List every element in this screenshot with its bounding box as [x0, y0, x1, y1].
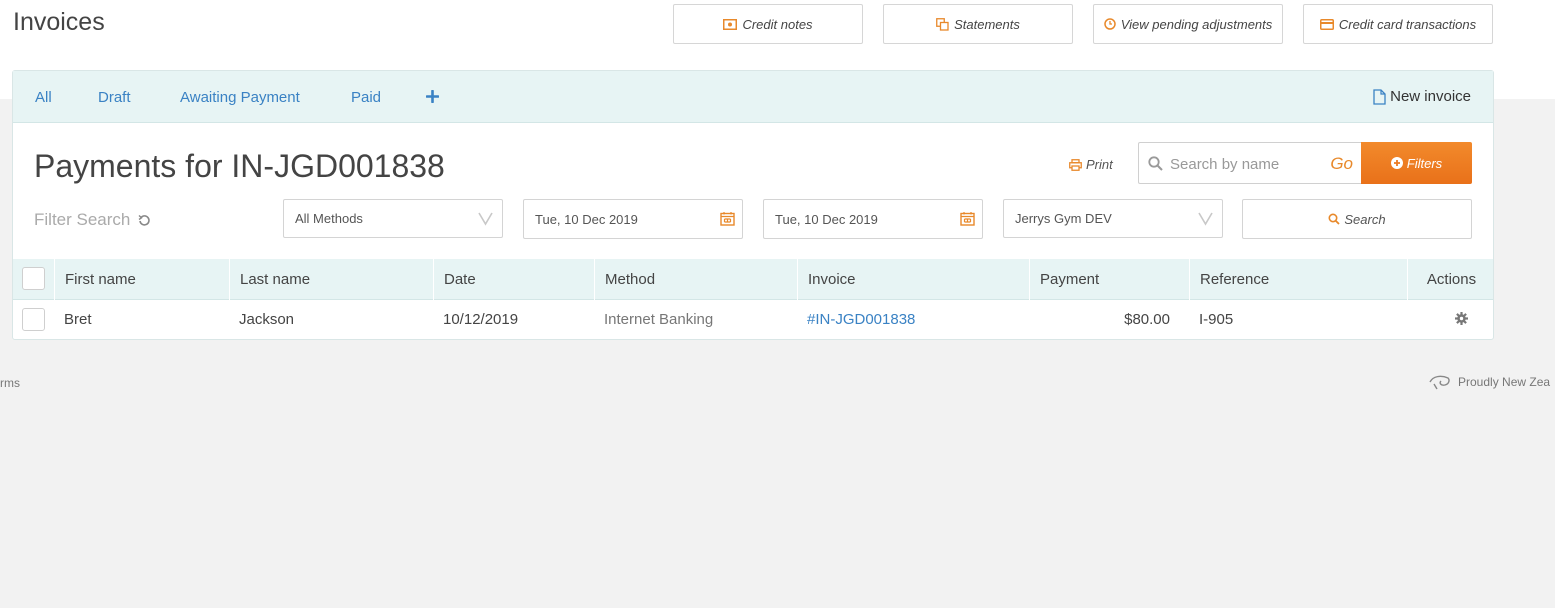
credit-notes-label: Credit notes [742, 16, 813, 32]
tab-bar: All Draft Awaiting Payment Paid New invo… [13, 71, 1493, 123]
cell-invoice-link[interactable]: #IN-JGD001838 [807, 300, 915, 339]
search-icon [1148, 156, 1163, 171]
calendar-icon [960, 212, 975, 226]
nz-logo-icon [1429, 375, 1450, 390]
location-select-value: Jerrys Gym DEV [1015, 211, 1112, 226]
table-row: Bret Jackson 10/12/2019 Internet Banking… [13, 300, 1493, 339]
search-by-name-input[interactable] [1170, 154, 1320, 174]
location-select[interactable]: Jerrys Gym DEV [1003, 199, 1223, 238]
document-icon [1373, 88, 1386, 105]
statements-label: Statements [954, 16, 1020, 32]
cell-first-name: Bret [64, 311, 92, 328]
date-from-field[interactable]: Tue, 10 Dec 2019 [523, 199, 743, 239]
print-button[interactable]: Print [1069, 157, 1113, 172]
cell-last-name: Jackson [239, 311, 295, 328]
search-icon [1328, 213, 1341, 225]
tab-awaiting-payment[interactable]: Awaiting Payment [180, 89, 300, 106]
go-button[interactable]: Go [1330, 154, 1353, 174]
column-header-method[interactable]: Method [594, 259, 797, 300]
cell-reference: I-905 [1199, 311, 1234, 328]
column-header-invoice[interactable]: Invoice [797, 259, 1029, 300]
credit-card-transactions-label: Credit card transactions [1338, 16, 1477, 32]
date-to-field[interactable]: Tue, 10 Dec 2019 [763, 199, 983, 239]
plus-circle-icon [1390, 157, 1403, 169]
print-label: Print [1086, 157, 1113, 172]
gear-icon[interactable] [1455, 312, 1468, 325]
filters-button[interactable]: Filters [1361, 142, 1472, 184]
column-header-payment[interactable]: Payment [1029, 259, 1189, 300]
calendar-icon [720, 212, 735, 226]
search-box: Go [1138, 142, 1362, 184]
credit-card-icon [1319, 18, 1334, 30]
statements-button[interactable]: Statements [883, 4, 1073, 44]
clock-icon [1103, 18, 1116, 30]
method-select[interactable]: All Methods [283, 199, 503, 238]
filters-label: Filters [1406, 155, 1443, 171]
page-title: Invoices [13, 8, 105, 36]
date-from-value: Tue, 10 Dec 2019 [535, 211, 638, 227]
add-tab-icon[interactable] [426, 90, 439, 103]
table-header: First name Last name Date Method Invoice… [13, 259, 1493, 300]
select-all-checkbox[interactable] [22, 267, 45, 290]
money-icon [723, 18, 738, 30]
column-header-reference[interactable]: Reference [1189, 259, 1407, 300]
copy-icon [936, 17, 949, 31]
new-invoice-button[interactable]: New invoice [1373, 88, 1471, 105]
view-pending-adjustments-button[interactable]: View pending adjustments [1093, 4, 1283, 44]
print-icon [1069, 158, 1082, 171]
tab-paid[interactable]: Paid [351, 89, 381, 106]
tab-all[interactable]: All [35, 89, 52, 106]
footer-proudly-nz: Proudly New Zea [1428, 374, 1550, 390]
chevron-down-icon [1198, 212, 1213, 226]
chevron-down-icon [478, 212, 493, 226]
cell-date: 10/12/2019 [443, 311, 519, 328]
filter-search[interactable]: Filter Search [34, 210, 151, 230]
search-button[interactable]: Search [1242, 199, 1472, 239]
tab-draft[interactable]: Draft [98, 89, 131, 106]
reset-icon[interactable] [138, 214, 151, 227]
payments-heading: Payments for IN-JGD001838 [34, 148, 445, 184]
column-header-first-name[interactable]: First name [54, 259, 229, 300]
search-button-label: Search [1344, 211, 1386, 227]
cell-method: Internet Banking [604, 311, 714, 328]
filter-search-label: Filter Search [34, 210, 131, 229]
new-invoice-label: New invoice [1390, 88, 1471, 105]
view-pending-adjustments-label: View pending adjustments [1120, 16, 1273, 32]
column-header-date[interactable]: Date [433, 259, 594, 300]
column-header-actions: Actions [1407, 259, 1495, 300]
footer-proudly-label: Proudly New Zea [1458, 375, 1551, 389]
column-header-last-name[interactable]: Last name [229, 259, 433, 300]
row-checkbox[interactable] [22, 308, 45, 331]
cell-payment: $80.00 [1124, 311, 1170, 328]
payments-card: All Draft Awaiting Payment Paid New invo… [12, 70, 1494, 340]
credit-card-transactions-button[interactable]: Credit card transactions [1303, 4, 1493, 44]
credit-notes-button[interactable]: Credit notes [673, 4, 863, 44]
date-to-value: Tue, 10 Dec 2019 [775, 211, 878, 227]
method-select-value: All Methods [295, 211, 363, 226]
footer-terms-link[interactable]: rms [0, 376, 20, 390]
